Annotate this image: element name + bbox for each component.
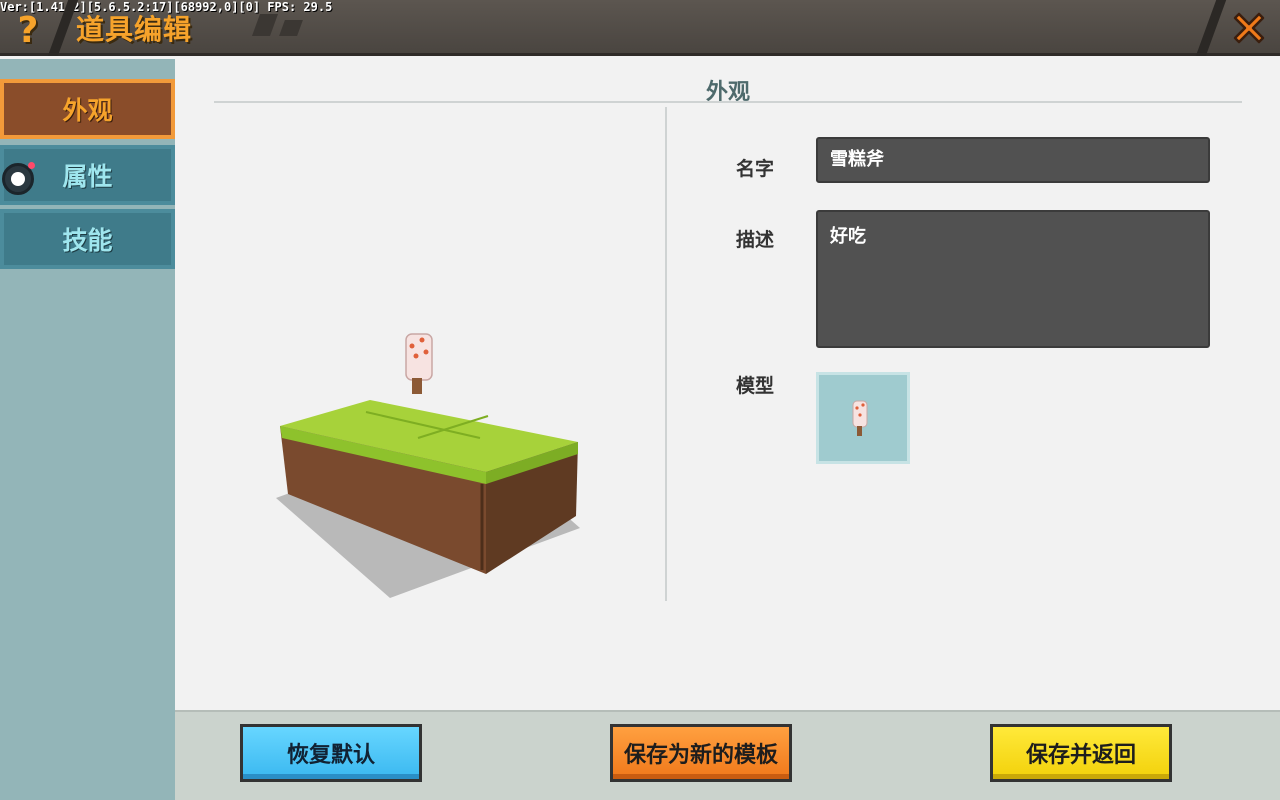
notification-dot	[28, 162, 35, 169]
close-x-icon	[1233, 12, 1265, 44]
popsicle-icon	[852, 400, 868, 436]
name-label: 名字	[736, 158, 775, 180]
description-label: 描述	[736, 229, 775, 251]
sidebar: 外观 属性 技能	[0, 59, 175, 800]
header-decoration	[279, 20, 303, 36]
model-selector[interactable]	[816, 372, 910, 464]
save-as-template-button[interactable]: 保存为新的模板	[610, 724, 792, 782]
top-bar: Ver:[1.41.2][5.6.5.2:17][68992,0][0] FPS…	[0, 0, 1280, 56]
description-field[interactable]: 好吃	[816, 210, 1210, 348]
tab-skills[interactable]: 技能	[0, 209, 175, 269]
title-divider	[214, 101, 1242, 103]
close-button[interactable]	[1222, 2, 1276, 54]
save-and-return-button[interactable]: 保存并返回	[990, 724, 1172, 782]
model-label: 模型	[736, 375, 775, 397]
header-decoration	[251, 14, 279, 36]
popsicle-icon	[405, 333, 433, 394]
restore-default-button[interactable]: 恢复默认	[240, 724, 422, 782]
column-divider	[665, 107, 667, 601]
name-field[interactable]: 雪糕斧	[816, 137, 1210, 183]
model-preview[interactable]	[250, 320, 610, 620]
help-button[interactable]: ?	[6, 8, 50, 52]
page-title: 道具编辑	[76, 13, 193, 46]
question-mark-icon: ?	[17, 9, 39, 51]
tab-appearance[interactable]: 外观	[0, 79, 175, 139]
